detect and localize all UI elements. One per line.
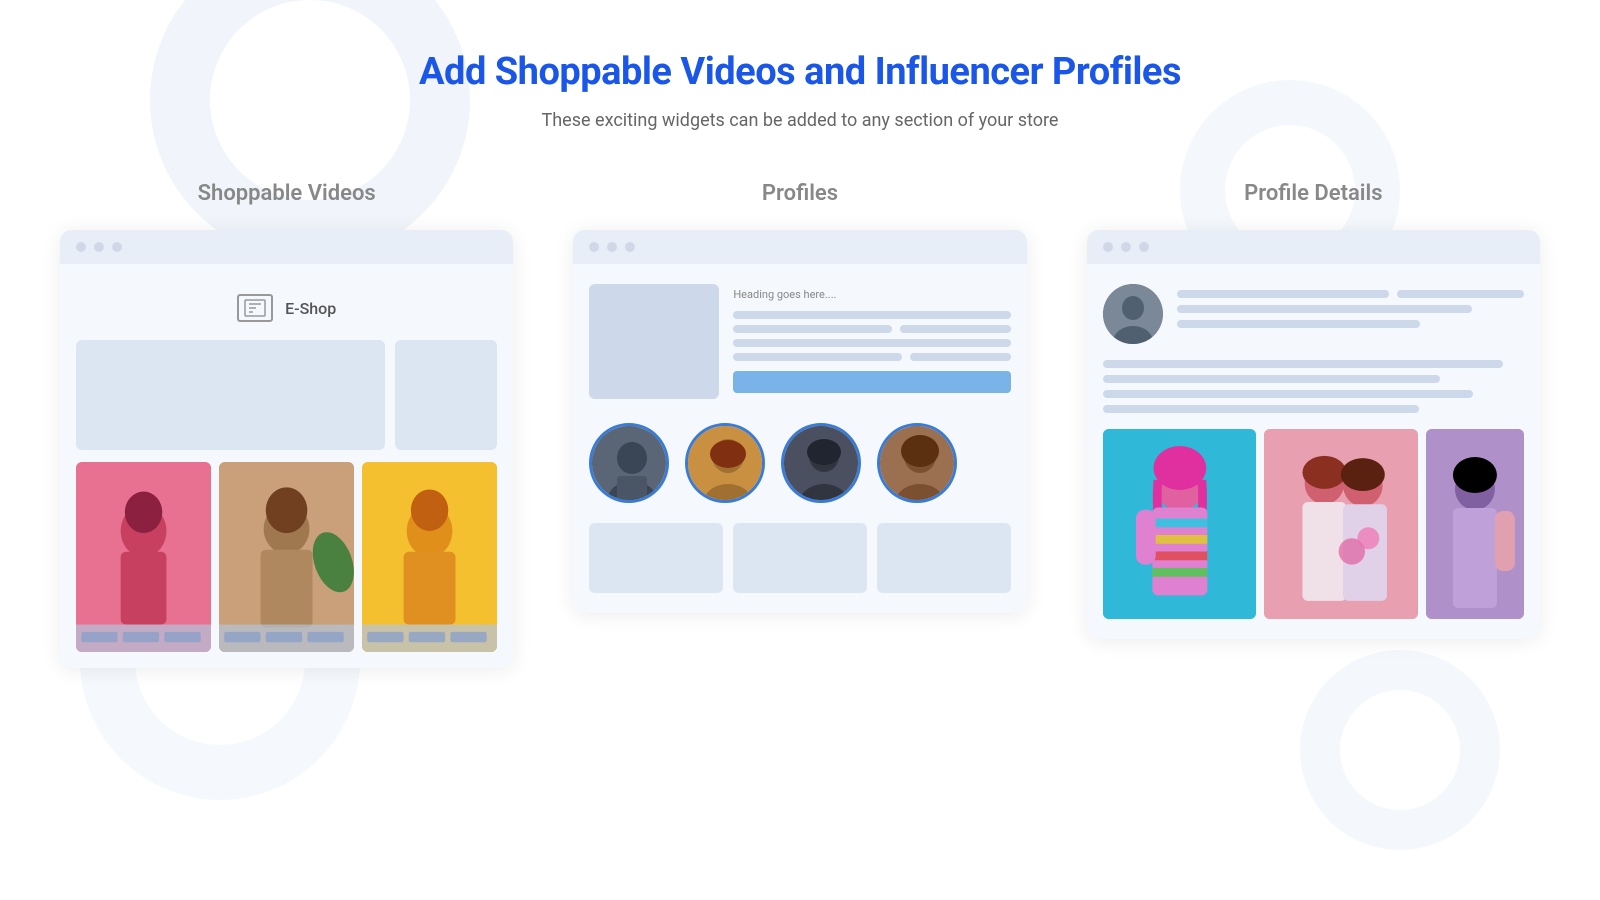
- profiles-content: Heading goes here....: [589, 280, 1010, 597]
- browser-header-sv: [60, 230, 513, 264]
- browser-dot-pd1: [1103, 242, 1113, 252]
- profile-avatar-2[interactable]: [685, 423, 765, 503]
- avatar-inner-2: [688, 426, 762, 500]
- browser-dot-p3: [625, 242, 635, 252]
- pd-avatar: [1103, 284, 1163, 344]
- avatar-inner-4: [880, 426, 954, 500]
- pd-info-line-3: [1103, 390, 1474, 398]
- browser-dot-p1: [589, 242, 599, 252]
- profile-avatar-3[interactable]: [781, 423, 861, 503]
- profiles-avatars-row: [589, 415, 1010, 511]
- profiles-banner-text: Heading goes here....: [733, 284, 1010, 399]
- profiles-text-line-2b: [900, 325, 1011, 333]
- pd-line-name: [1177, 290, 1389, 298]
- browser-header-pd: [1087, 230, 1540, 264]
- sv-placeholder-row: [76, 340, 497, 450]
- browser-dot-pd2: [1121, 242, 1131, 252]
- profiles-cards-row: [589, 523, 1010, 593]
- profile-card-2: [733, 523, 867, 593]
- profiles-banner: Heading goes here....: [589, 284, 1010, 399]
- profile-details-mockup: [1087, 230, 1540, 639]
- page-subtitle: These exciting widgets can be added to a…: [419, 110, 1181, 131]
- profile-avatar-1[interactable]: [589, 423, 669, 503]
- profiles-text-line-4a: [733, 353, 901, 361]
- pd-header: [1103, 284, 1524, 344]
- browser-dot-p2: [607, 242, 617, 252]
- sv-placeholder-side: [395, 340, 498, 450]
- avatar-inner-1: [592, 426, 666, 500]
- pd-line-bio2: [1177, 320, 1420, 328]
- pd-photo-cyan: [1103, 429, 1257, 619]
- shoppable-videos-mockup: E-Shop: [60, 230, 513, 668]
- profiles-cta-btn[interactable]: [733, 371, 1010, 393]
- sv-photo-1: [76, 462, 211, 652]
- pd-info-line-4: [1103, 405, 1419, 413]
- profiles-label: Profiles: [762, 181, 838, 206]
- pd-photos-row: [1103, 429, 1524, 619]
- profiles-banner-img: [589, 284, 719, 399]
- pd-line-handle: [1397, 290, 1524, 298]
- sv-photo-3: [362, 462, 497, 652]
- pd-content: [1103, 280, 1524, 623]
- sv-photo-2: [219, 462, 354, 652]
- profiles-text-line-3: [733, 339, 1010, 347]
- browser-dot-1: [76, 242, 86, 252]
- profile-details-section: Profile Details: [1087, 181, 1540, 639]
- sv-placeholder-main: [76, 340, 385, 450]
- pd-line-bio: [1177, 305, 1472, 313]
- bg-decoration-4: [1300, 650, 1500, 850]
- pd-info-line-2: [1103, 375, 1440, 383]
- browser-dot-2: [94, 242, 104, 252]
- pd-info-lines-header: [1177, 284, 1524, 328]
- store-name: E-Shop: [285, 299, 336, 318]
- page-container: Add Shoppable Videos and Influencer Prof…: [0, 0, 1600, 900]
- profiles-mockup: Heading goes here....: [573, 230, 1026, 613]
- store-icon: [237, 294, 273, 322]
- profile-avatar-4[interactable]: [877, 423, 957, 503]
- pd-photo-purple: [1426, 429, 1524, 619]
- shoppable-videos-section: Shoppable Videos: [60, 181, 513, 668]
- avatar-inner-3: [784, 426, 858, 500]
- profile-card-1: [589, 523, 723, 593]
- pd-browser-body: [1087, 264, 1540, 639]
- shoppable-videos-label: Shoppable Videos: [198, 181, 376, 206]
- profiles-text-line-2a: [733, 325, 891, 333]
- sv-browser-body: E-Shop: [60, 264, 513, 668]
- browser-dot-3: [112, 242, 122, 252]
- page-header: Add Shoppable Videos and Influencer Prof…: [419, 50, 1181, 131]
- widgets-row: Shoppable Videos: [60, 181, 1540, 668]
- profiles-browser-body: Heading goes here....: [573, 264, 1026, 613]
- page-title: Add Shoppable Videos and Influencer Prof…: [419, 50, 1181, 94]
- profiles-text-line-4b: [910, 353, 1011, 361]
- profile-card-3: [877, 523, 1011, 593]
- pd-photo-pink: [1264, 429, 1418, 619]
- pd-info-section: [1103, 360, 1524, 413]
- profiles-text-line-1: [733, 311, 1010, 319]
- sv-photos-row: [76, 462, 497, 652]
- profiles-heading-text: Heading goes here....: [733, 288, 1010, 301]
- sv-store-header: E-Shop: [76, 280, 497, 340]
- browser-dot-pd3: [1139, 242, 1149, 252]
- profile-details-label: Profile Details: [1244, 181, 1382, 206]
- profiles-section: Profiles Heading goes here....: [573, 181, 1026, 613]
- pd-info-line-1: [1103, 360, 1503, 368]
- browser-header-profiles: [573, 230, 1026, 264]
